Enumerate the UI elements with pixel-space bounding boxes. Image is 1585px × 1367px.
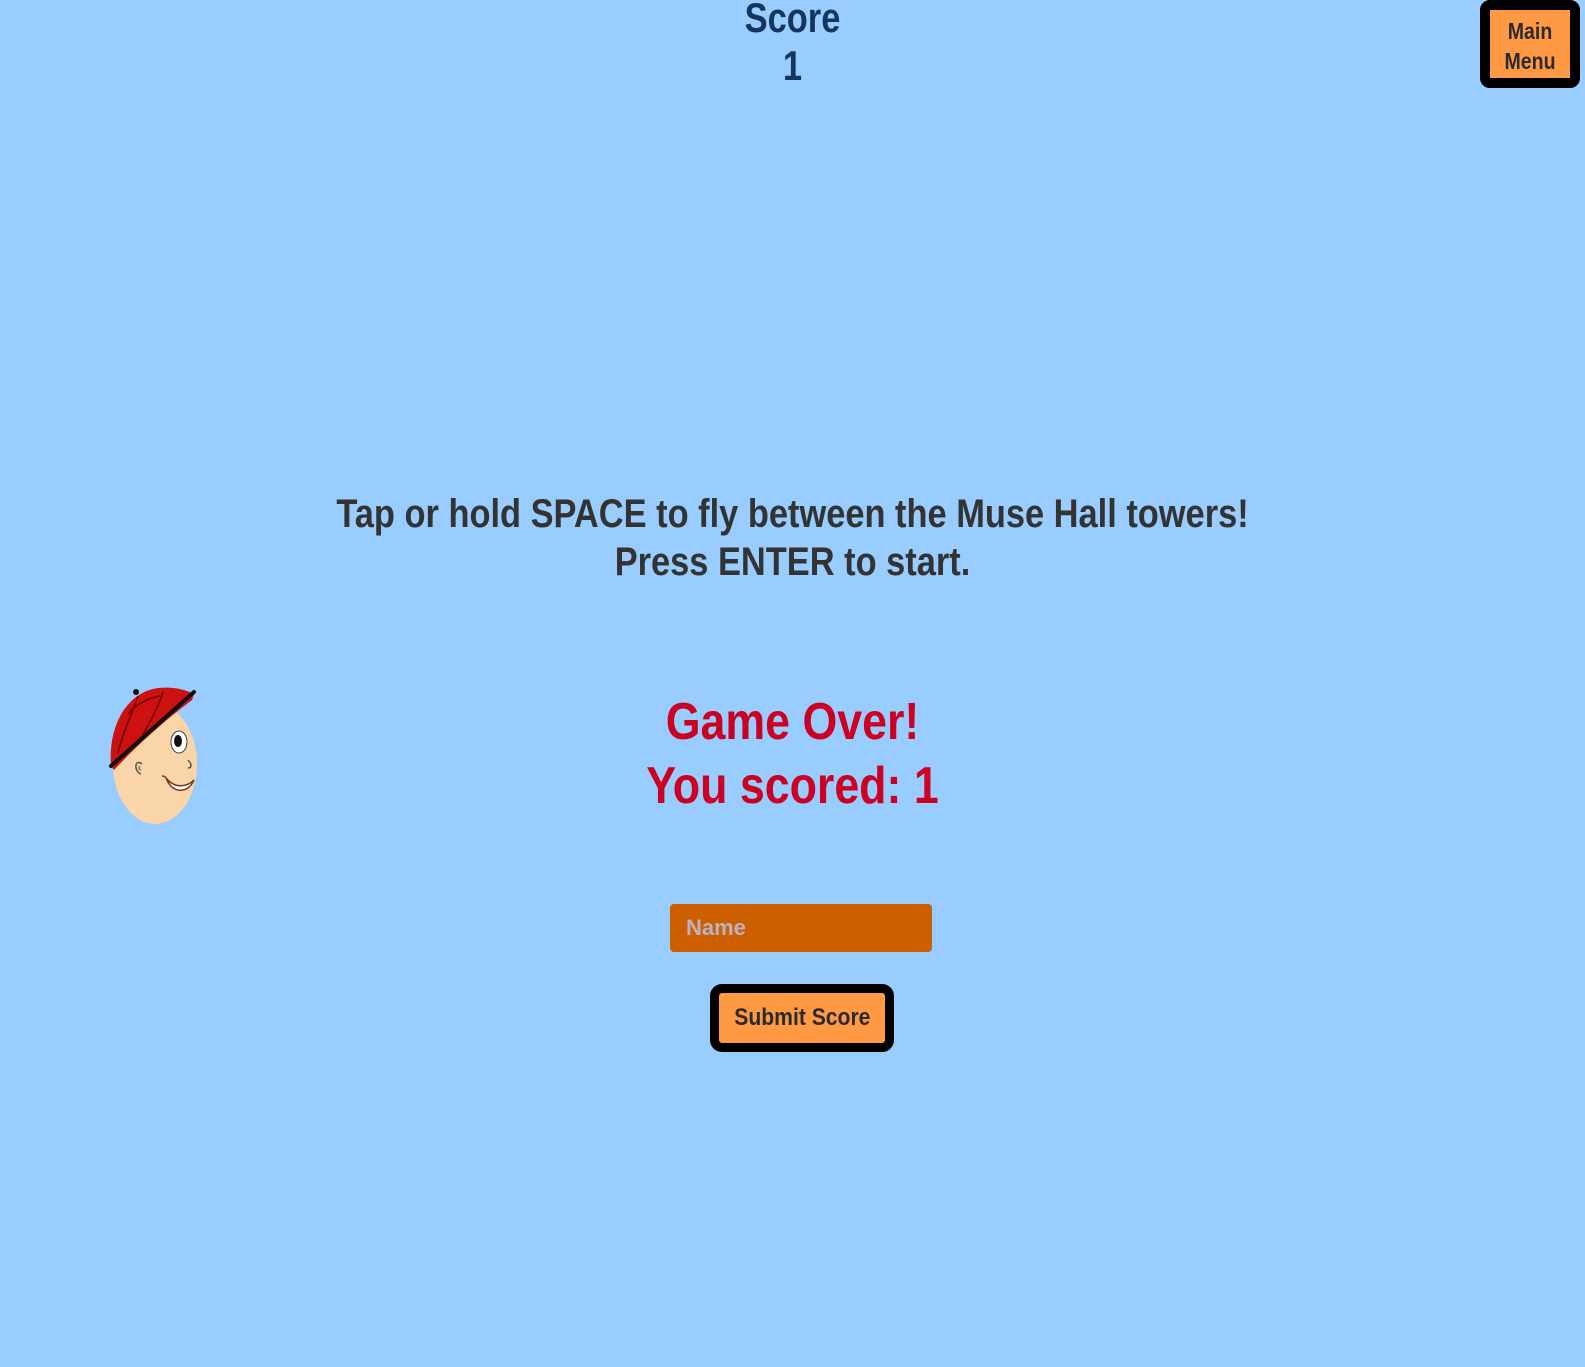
instructions-line-2: Press ENTER to start. <box>614 540 971 584</box>
final-score-text: You scored: 1 <box>646 757 939 815</box>
game-stage[interactable]: Score 1 Main Menu Tap or hold SPACE to f… <box>0 0 1585 1367</box>
main-menu-label-line2: Menu <box>1504 48 1556 74</box>
game-over-title: Game Over! <box>665 693 920 751</box>
instructions-line-1: Tap or hold SPACE to fly between the Mus… <box>336 492 1249 536</box>
submit-score-label: Submit Score <box>733 1004 871 1031</box>
main-menu-button[interactable]: Main Menu <box>1480 0 1580 88</box>
submit-score-button[interactable]: Submit Score <box>710 984 894 1052</box>
name-input[interactable] <box>670 904 932 952</box>
main-menu-label-line1: Main <box>1507 18 1553 44</box>
game-over-panel: Game Over! You scored: 1 <box>0 690 1585 818</box>
score-display: Score 1 <box>143 0 1443 90</box>
score-label: Score <box>744 0 841 41</box>
instructions-text: Tap or hold SPACE to fly between the Mus… <box>0 490 1585 586</box>
score-value: 1 <box>782 42 803 89</box>
